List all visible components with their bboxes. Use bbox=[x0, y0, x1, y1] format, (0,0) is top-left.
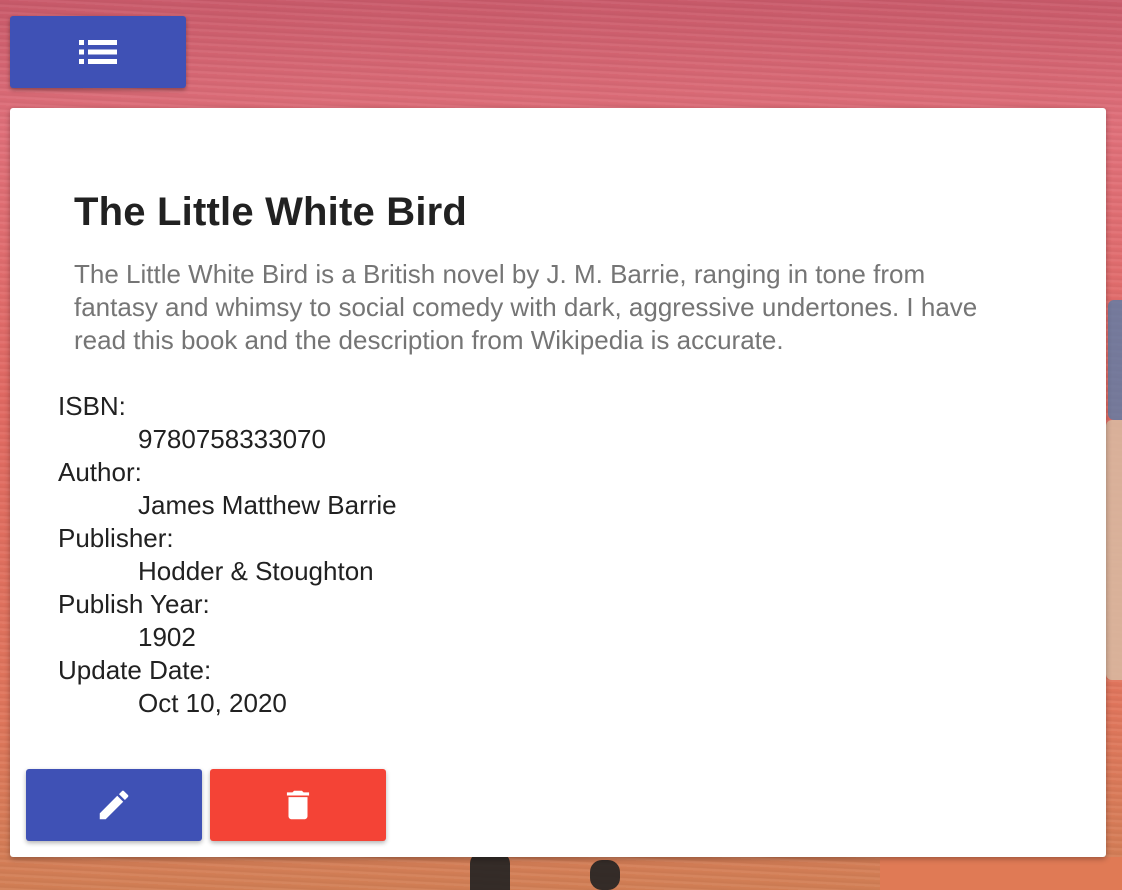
isbn-value: 9780758333070 bbox=[138, 424, 326, 454]
book-details-list: ISBN: 9780758333070 Author: James Matthe… bbox=[58, 390, 397, 720]
isbn-label: ISBN: bbox=[58, 391, 126, 421]
background-art bbox=[880, 857, 1122, 890]
background-art bbox=[1106, 420, 1122, 680]
publish-year-value: 1902 bbox=[138, 622, 196, 652]
book-title: The Little White Bird bbox=[74, 190, 468, 234]
book-detail-card: The Little White Bird The Little White B… bbox=[10, 108, 1106, 857]
author-label: Author: bbox=[58, 457, 142, 487]
publish-year-label: Publish Year: bbox=[58, 589, 210, 619]
publisher-label: Publisher: bbox=[58, 523, 174, 553]
pencil-icon bbox=[95, 786, 133, 824]
publisher-value: Hodder & Stoughton bbox=[138, 556, 374, 586]
author-value: James Matthew Barrie bbox=[138, 490, 397, 520]
update-date-value: Oct 10, 2020 bbox=[138, 688, 287, 718]
menu-button[interactable] bbox=[10, 16, 186, 88]
background-art bbox=[1108, 300, 1122, 420]
edit-button[interactable] bbox=[26, 769, 202, 841]
update-date-label: Update Date: bbox=[58, 655, 212, 685]
trash-icon bbox=[279, 785, 317, 825]
list-icon bbox=[79, 39, 117, 65]
background-art bbox=[590, 860, 620, 890]
delete-button[interactable] bbox=[210, 769, 386, 841]
background-art bbox=[470, 852, 510, 890]
book-description: The Little White Bird is a British novel… bbox=[74, 259, 978, 355]
